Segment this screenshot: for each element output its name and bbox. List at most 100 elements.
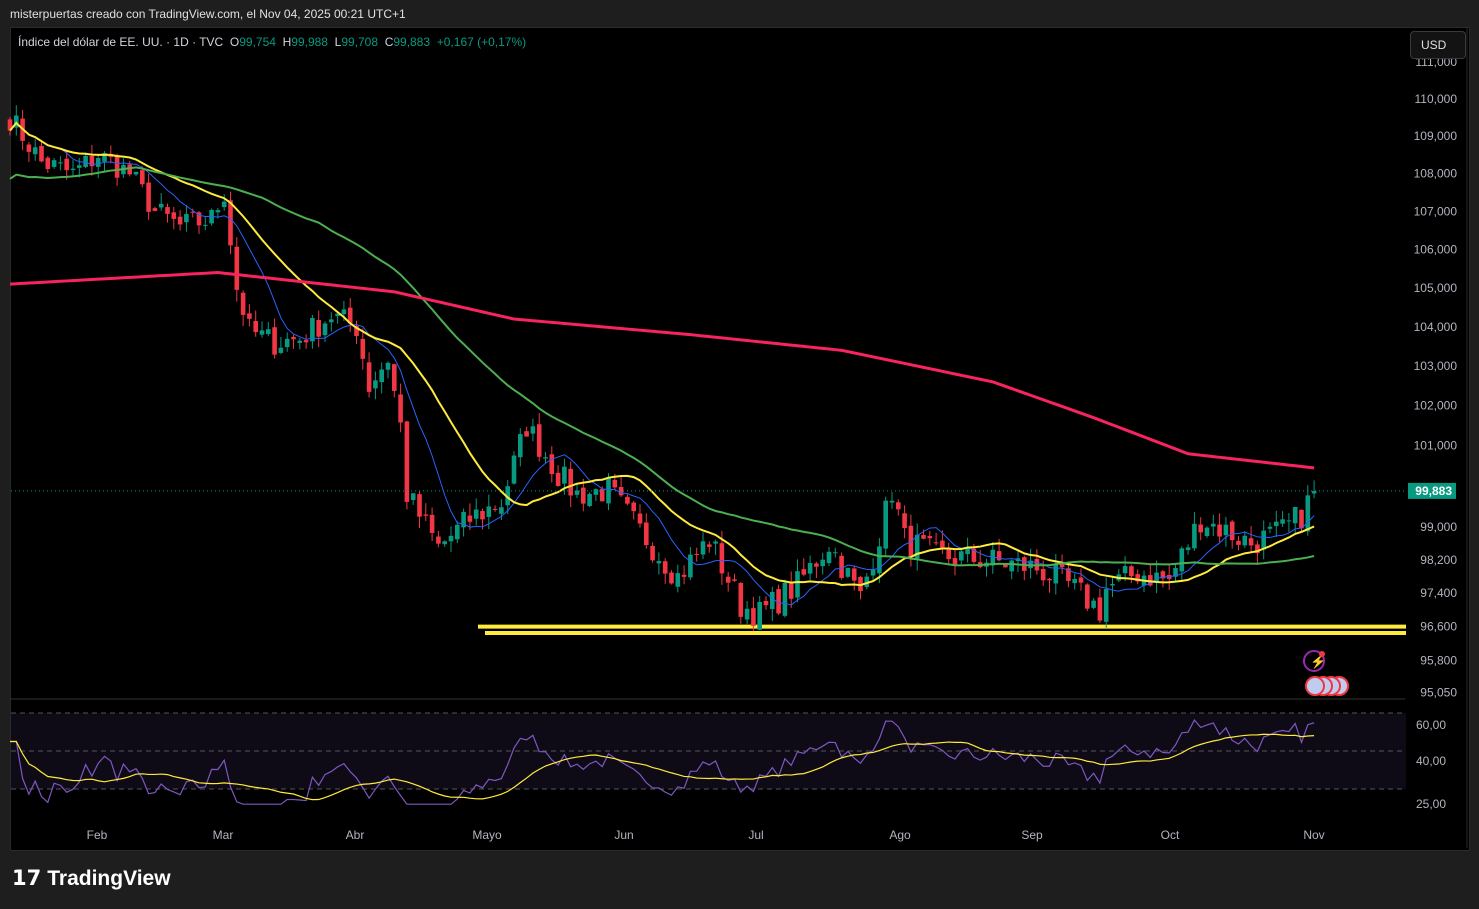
candle	[593, 489, 599, 495]
candle	[511, 455, 517, 484]
candle	[801, 569, 807, 575]
candle	[688, 554, 693, 578]
candle	[215, 210, 221, 213]
candle	[165, 207, 170, 214]
candle	[770, 591, 775, 609]
candle	[719, 543, 725, 574]
candle	[158, 203, 164, 208]
candle	[581, 487, 586, 504]
candle	[637, 513, 643, 524]
candle	[644, 522, 649, 546]
candle	[316, 320, 321, 337]
price-tick: 104,000	[1414, 320, 1458, 334]
time-tick: Mar	[213, 828, 234, 842]
candle	[524, 431, 529, 437]
candle	[662, 561, 668, 574]
currency-button[interactable]: USD	[1410, 31, 1466, 59]
time-tick: Oct	[1161, 828, 1180, 842]
candle	[1129, 566, 1134, 577]
candle	[902, 513, 907, 528]
candle	[1299, 509, 1304, 529]
price-tick: 110,000	[1415, 92, 1458, 106]
candle	[64, 158, 69, 171]
candle	[366, 362, 372, 392]
candle	[473, 509, 479, 519]
candle	[518, 434, 523, 458]
candle	[1040, 568, 1046, 581]
rsi-tick: 60,00	[1416, 718, 1446, 732]
candle	[757, 601, 762, 630]
price-chart[interactable]: 111,000110,000109,000108,000107,000106,0…	[0, 0, 1479, 909]
candle	[228, 200, 233, 246]
moving-average-9	[9, 122, 1315, 606]
candle	[442, 541, 447, 545]
low-value: 99,708	[341, 35, 379, 49]
candle	[1211, 523, 1216, 527]
candle	[587, 493, 592, 507]
candle	[234, 246, 240, 290]
price-tick: 101,000	[1414, 439, 1458, 453]
candle	[845, 567, 851, 577]
candle	[1198, 524, 1203, 533]
candle	[952, 558, 958, 565]
us-flag-event-icon[interactable]	[1305, 676, 1325, 696]
candle	[782, 582, 788, 616]
candle	[839, 555, 844, 578]
candle	[114, 155, 120, 178]
high-value: 99,988	[291, 35, 328, 49]
price-tick: 97,400	[1420, 586, 1457, 600]
candle	[536, 424, 542, 457]
candle	[788, 583, 794, 599]
candle	[656, 561, 662, 564]
symbol-legend: Índice del dólar de EE. UU. · 1D · TVC O…	[18, 35, 526, 49]
candle	[436, 536, 441, 544]
rsi-tick: 40,00	[1416, 754, 1446, 768]
candle	[322, 323, 328, 336]
candle	[1311, 491, 1317, 494]
candle	[700, 541, 706, 555]
candle	[921, 535, 926, 539]
symbol-name: Índice del dólar de EE. UU. · 1D · TVC	[18, 35, 224, 49]
candle	[744, 608, 750, 620]
candle	[568, 468, 573, 496]
candle	[606, 478, 611, 504]
high-label: H	[282, 35, 292, 49]
candle	[732, 579, 737, 581]
time-tick: Ago	[889, 828, 911, 842]
candle	[1179, 548, 1185, 572]
candle	[448, 535, 454, 542]
candle	[360, 338, 366, 359]
candle	[1192, 523, 1197, 549]
candle	[70, 168, 76, 171]
candle	[833, 552, 838, 554]
candle	[417, 494, 422, 517]
open-label: O	[229, 35, 240, 49]
candle	[549, 454, 555, 475]
candle	[1204, 527, 1210, 537]
candle	[807, 563, 813, 574]
candles	[7, 105, 1317, 631]
candle	[32, 147, 38, 155]
candle	[77, 165, 82, 168]
time-tick: Mayo	[472, 828, 502, 842]
candle	[259, 330, 265, 335]
logo-text: TradingView	[47, 866, 171, 890]
candle	[329, 319, 334, 323]
candle	[184, 214, 189, 223]
candle	[266, 329, 271, 335]
close-value: 99,883	[393, 35, 431, 49]
candle	[1267, 526, 1273, 529]
candle	[725, 576, 731, 583]
candle	[253, 321, 258, 333]
price-tick: 103,000	[1414, 359, 1458, 373]
candle	[1236, 540, 1241, 545]
candle	[1248, 538, 1254, 546]
candle	[297, 340, 303, 343]
last-price-label: 99,883	[1415, 484, 1452, 498]
candle	[1242, 535, 1248, 546]
price-tick: 95,050	[1420, 685, 1457, 699]
price-tick: 108,000	[1414, 167, 1458, 181]
tradingview-logo[interactable]: 𝟭𝟳 TradingView	[12, 866, 171, 891]
candle	[1097, 597, 1103, 621]
candle	[140, 170, 145, 185]
